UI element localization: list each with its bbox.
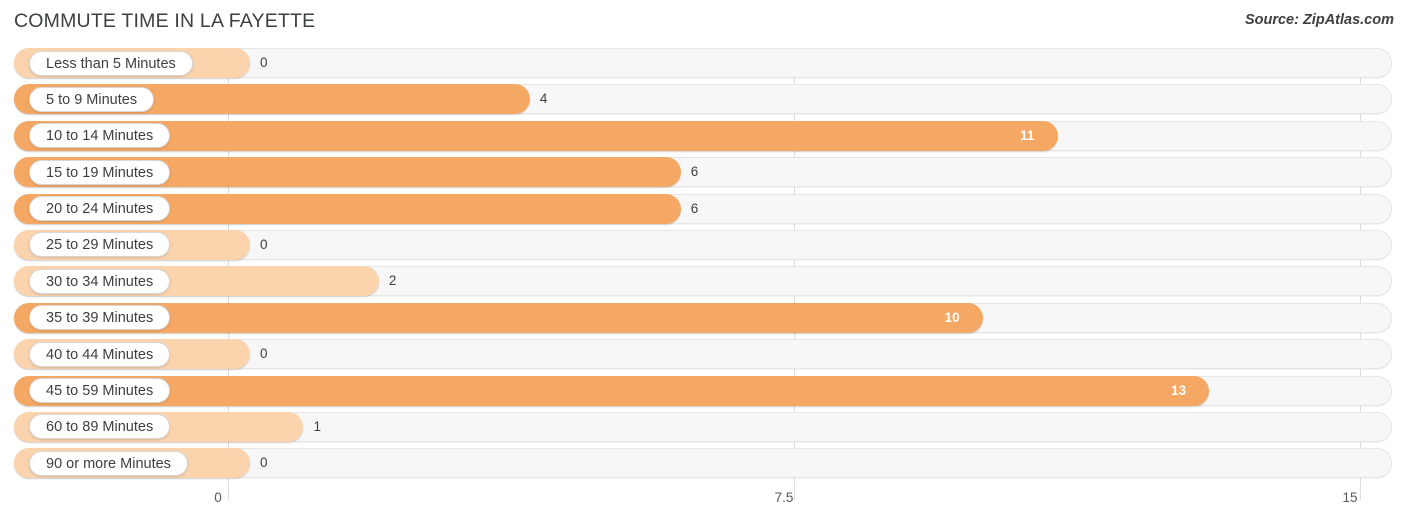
x-axis-tick-label: 0 [214,490,222,505]
bar-category-label: 10 to 14 Minutes [29,123,171,149]
x-axis: 0 7.5 15 [0,486,1406,523]
source-attribution: Source: ZipAtlas.com [1244,12,1394,28]
tick-mark [1360,486,1361,500]
bar-category-label: 40 to 44 Minutes [29,341,171,367]
bar-category-label: 45 to 59 Minutes [29,378,171,404]
page-title: COMMUTE TIME IN LA FAYETTE [14,10,316,32]
bar-row: 45 to 59 Minutes 13 [0,375,1406,406]
bar-value-label: 11 [1020,127,1035,143]
bar-value-label: 0 [260,455,268,471]
bar-category-label: 60 to 89 Minutes [29,414,171,440]
bar-value-label: 13 [1171,382,1187,398]
bar-value-label: 1 [313,418,321,434]
chart-header: COMMUTE TIME IN LA FAYETTE Source: ZipAt… [0,0,1406,44]
bar-category-label: 5 to 9 Minutes [29,86,155,112]
bar-value-label: 10 [944,309,960,325]
bar-row: 5 to 9 Minutes 4 [0,84,1406,115]
bar-category-label: Less than 5 Minutes [29,50,193,76]
tick-mark [794,486,795,500]
bar-value-label: 2 [388,273,397,289]
bar-value-label: 4 [539,91,548,107]
bar-rows: Less than 5 Minutes 0 5 to 9 Minutes 4 10 to… [0,48,1406,485]
bar-row: 30 to 34 Minutes 2 [0,266,1406,297]
bar-category-label: 25 to 29 Minutes [29,232,171,258]
bar-value-label: 0 [260,346,268,362]
bar-category-label: 30 to 34 Minutes [29,268,171,294]
bar-row: 25 to 29 Minutes 0 [0,229,1406,260]
bar-category-label: 90 or more Minutes [29,450,188,476]
bar-category-label: 35 to 39 Minutes [29,305,171,331]
bar-row: 20 to 24 Minutes 6 [0,193,1406,224]
x-axis-tick-label: 15 [1342,490,1358,505]
bar-row: 90 or more Minutes 0 [0,448,1406,479]
bar-value-label: 6 [690,164,699,180]
tick-mark [228,486,229,500]
bar [14,375,1210,406]
x-axis-tick-label: 7.5 [774,490,794,505]
bar-value-label: 6 [690,200,699,216]
chart-plot-area: Less than 5 Minutes 0 5 to 9 Minutes 4 10 to… [0,48,1406,485]
bar-row: 15 to 19 Minutes 6 [0,157,1406,188]
bar-value-label: 0 [260,236,268,252]
bar-row: 10 to 14 Minutes 11 [0,120,1406,151]
bar-category-label: 15 to 19 Minutes [29,159,171,185]
bar-row: 40 to 44 Minutes 0 [0,339,1406,370]
bar-row: 35 to 39 Minutes 10 [0,302,1406,333]
bar-row: Less than 5 Minutes 0 [0,48,1406,78]
bar-value-label: 0 [260,55,268,70]
bar [14,120,1059,151]
bar-category-label: 20 to 24 Minutes [29,196,171,222]
bar-row: 60 to 89 Minutes 1 [0,411,1406,442]
